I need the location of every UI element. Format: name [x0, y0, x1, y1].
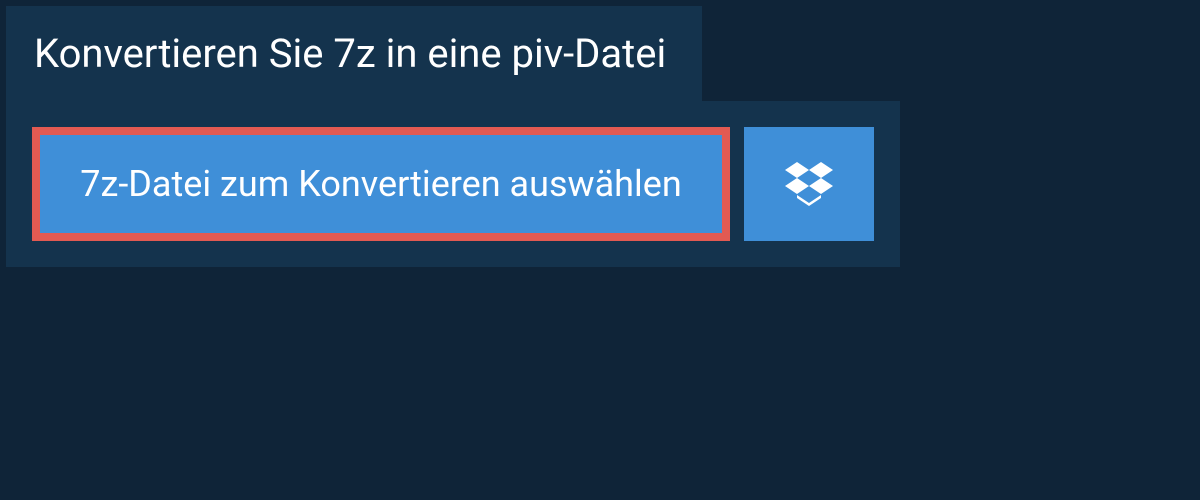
select-file-label: 7z-Datei zum Konvertieren auswählen: [80, 163, 682, 205]
page-title: Konvertieren Sie 7z in eine piv-Datei: [34, 30, 666, 77]
dropbox-button[interactable]: [744, 127, 874, 241]
header-tab: Konvertieren Sie 7z in eine piv-Datei: [6, 6, 702, 101]
select-file-button[interactable]: 7z-Datei zum Konvertieren auswählen: [32, 127, 730, 241]
upload-panel: 7z-Datei zum Konvertieren auswählen: [6, 101, 900, 267]
dropbox-icon: [785, 158, 833, 210]
